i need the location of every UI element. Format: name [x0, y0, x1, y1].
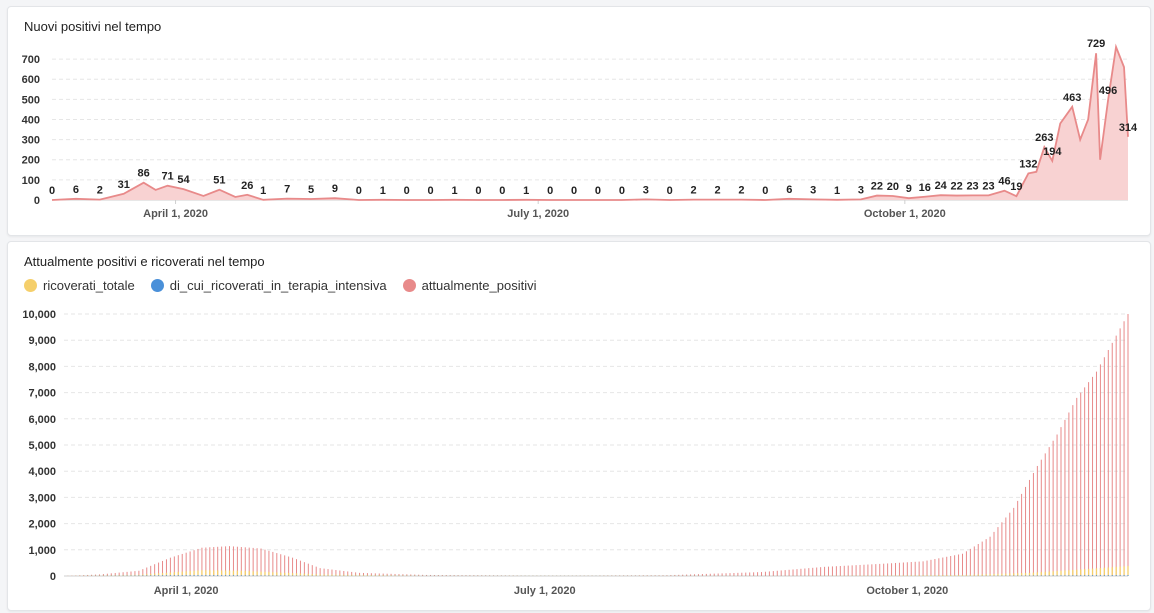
y-tick-label: 7,000 [28, 388, 56, 400]
data-label: 314 [1119, 122, 1138, 134]
data-label: 0 [619, 185, 625, 197]
data-label: 194 [1043, 146, 1062, 158]
y-tick-label: 600 [22, 74, 40, 86]
data-label: 1 [260, 185, 266, 197]
data-label: 0 [49, 185, 55, 197]
data-label: 2 [738, 185, 744, 197]
new-positives-chart[interactable]: 0100200300400500600700April 1, 2020 July … [8, 7, 1150, 235]
data-label: 23 [982, 180, 994, 192]
data-label: 2 [97, 185, 103, 197]
data-label: 3 [810, 184, 816, 196]
x-tick-label: October 1, 2020 [866, 585, 948, 597]
y-tick-label: 10,000 [22, 309, 56, 321]
data-label: 2 [691, 185, 697, 197]
y-tick-label: 5,000 [28, 440, 56, 452]
data-label: 463 [1063, 92, 1081, 104]
data-label: 3 [858, 184, 864, 196]
data-label: 20 [887, 181, 899, 193]
y-tick-label: 0 [34, 195, 40, 207]
data-label: 71 [161, 171, 173, 183]
data-label: 0 [475, 185, 481, 197]
y-tick-label: 100 [22, 175, 40, 187]
y-tick-label: 0 [50, 571, 56, 583]
x-tick-label: April 1, 2020 [154, 585, 219, 597]
data-label: 26 [241, 180, 253, 192]
data-label: 19 [1010, 181, 1022, 193]
y-tick-label: 2,000 [28, 519, 56, 531]
data-label: 1 [523, 185, 529, 197]
data-label: 2 [714, 185, 720, 197]
data-label: 3 [643, 184, 649, 196]
y-tick-label: 3,000 [28, 492, 56, 504]
data-label: 1 [834, 185, 840, 197]
data-label: 0 [547, 185, 553, 197]
data-label: 9 [332, 183, 338, 195]
data-label: 86 [138, 168, 150, 180]
x-tick-label: April 1, 2020 [143, 208, 208, 220]
y-tick-label: 200 [22, 155, 40, 167]
data-label: 23 [966, 180, 978, 192]
data-label: 6 [786, 184, 792, 196]
data-label: 22 [951, 181, 963, 193]
y-tick-label: 6,000 [28, 414, 56, 426]
data-label: 263 [1035, 132, 1053, 144]
y-tick-label: 300 [22, 135, 40, 147]
data-label: 1 [451, 185, 457, 197]
data-label: 0 [667, 185, 673, 197]
data-label: 7 [284, 184, 290, 196]
data-label: 22 [871, 181, 883, 193]
data-label: 54 [177, 174, 190, 186]
current-positives-chart[interactable]: 0 1,000 2,000 3,000 4,000 5,000 6,000 7,000 8,00… [8, 242, 1150, 610]
data-label: 1 [380, 185, 386, 197]
data-label: 0 [762, 185, 768, 197]
x-tick-label: October 1, 2020 [864, 208, 946, 220]
y-tick-label: 9,000 [28, 335, 56, 347]
data-label: 0 [571, 185, 577, 197]
data-label: 51 [213, 175, 225, 187]
data-label: 0 [499, 185, 505, 197]
data-label: 24 [935, 180, 948, 192]
data-label: 496 [1099, 85, 1117, 97]
x-tick-label: July 1, 2020 [514, 585, 576, 597]
data-label: 0 [595, 185, 601, 197]
data-label: 0 [404, 185, 410, 197]
data-label: 31 [118, 179, 130, 191]
y-tick-label: 4,000 [28, 466, 56, 478]
data-label: 16 [919, 182, 931, 194]
y-tick-label: 400 [22, 114, 40, 126]
new-positives-chart-card: Nuovi positivi nel tempo 0 100 200 300 400 50… [7, 6, 1151, 236]
current-positives-chart-card: Attualmente positivi e ricoverati nel te… [7, 241, 1151, 611]
y-tick-label: 1,000 [28, 545, 56, 557]
data-label: 132 [1019, 158, 1037, 170]
data-label: 729 [1087, 38, 1105, 50]
data-label: 9 [906, 183, 912, 195]
data-label: 0 [428, 185, 434, 197]
y-tick-label: 500 [22, 94, 40, 106]
data-label: 46 [998, 176, 1010, 188]
x-tick-label: July 1, 2020 [507, 208, 569, 220]
data-label: 5 [308, 184, 314, 196]
y-tick-label: 8,000 [28, 361, 56, 373]
data-label: 0 [356, 185, 362, 197]
y-tick-label: 700 [22, 54, 40, 66]
data-label: 6 [73, 184, 79, 196]
